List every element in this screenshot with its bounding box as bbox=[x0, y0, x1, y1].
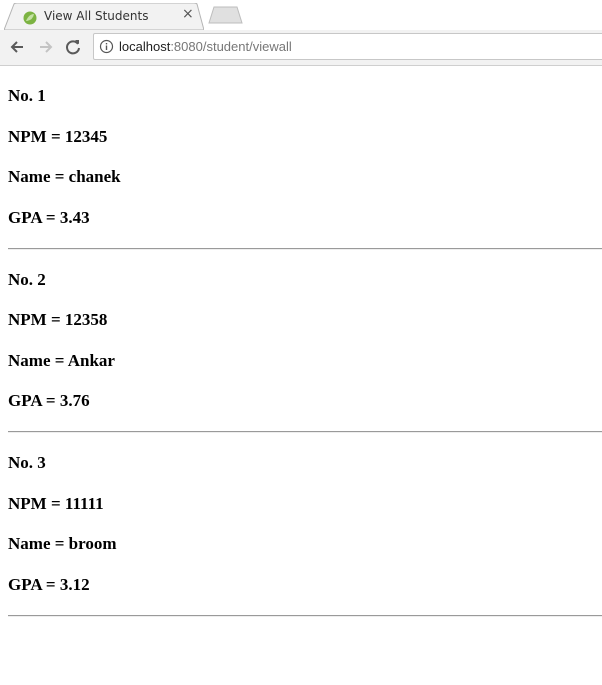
reload-icon[interactable] bbox=[63, 37, 83, 57]
tab-view-all-students[interactable]: View All Students × bbox=[4, 3, 204, 30]
student-npm: NPM = 11111 bbox=[8, 493, 104, 513]
student-gpa: GPA = 3.12 bbox=[8, 574, 90, 594]
forward-arrow-icon[interactable] bbox=[36, 37, 56, 57]
close-tab-icon[interactable]: × bbox=[182, 6, 194, 22]
student-number: No. 1 bbox=[8, 86, 46, 105]
new-tab-button[interactable] bbox=[208, 6, 244, 24]
student-npm: NPM = 12345 bbox=[8, 126, 108, 146]
back-arrow-icon[interactable] bbox=[7, 37, 27, 57]
toolbar: localhost:8080/student/viewall bbox=[0, 30, 602, 65]
tab-strip: View All Students × bbox=[0, 0, 602, 30]
student-name: Name = broom bbox=[8, 534, 117, 553]
student-number: No. 2 bbox=[8, 269, 46, 289]
student-record: No. 3 NPM = 11111 Name = broom GPA = 3.1… bbox=[8, 453, 602, 617]
student-gpa: GPA = 3.76 bbox=[8, 391, 90, 410]
student-gpa: GPA = 3.43 bbox=[8, 207, 90, 227]
student-record: No. 2 NPM = 12358 Name = Ankar GPA = 3.7… bbox=[8, 269, 602, 433]
info-icon[interactable] bbox=[99, 39, 114, 54]
page-content: No. 1 NPM = 12345 Name = chanek GPA = 3.… bbox=[8, 66, 602, 617]
url-text[interactable]: localhost:8080/student/viewall bbox=[119, 39, 292, 54]
student-name: Name = chanek bbox=[8, 167, 121, 186]
student-record: No. 1 NPM = 12345 Name = chanek GPA = 3.… bbox=[8, 86, 602, 250]
url-host: localhost bbox=[119, 39, 171, 54]
tab-title: View All Students bbox=[44, 9, 149, 23]
record-divider bbox=[8, 431, 602, 433]
record-divider bbox=[8, 247, 602, 250]
browser-chrome: View All Students × localhost:8080/stude… bbox=[0, 0, 602, 66]
spring-leaf-icon bbox=[23, 11, 37, 25]
student-number: No. 3 bbox=[8, 453, 46, 472]
student-npm: NPM = 12358 bbox=[8, 310, 108, 329]
student-name: Name = Ankar bbox=[8, 350, 115, 370]
address-bar[interactable]: localhost:8080/student/viewall bbox=[93, 33, 602, 60]
record-divider bbox=[8, 614, 602, 617]
url-path: :8080/student/viewall bbox=[170, 39, 292, 54]
